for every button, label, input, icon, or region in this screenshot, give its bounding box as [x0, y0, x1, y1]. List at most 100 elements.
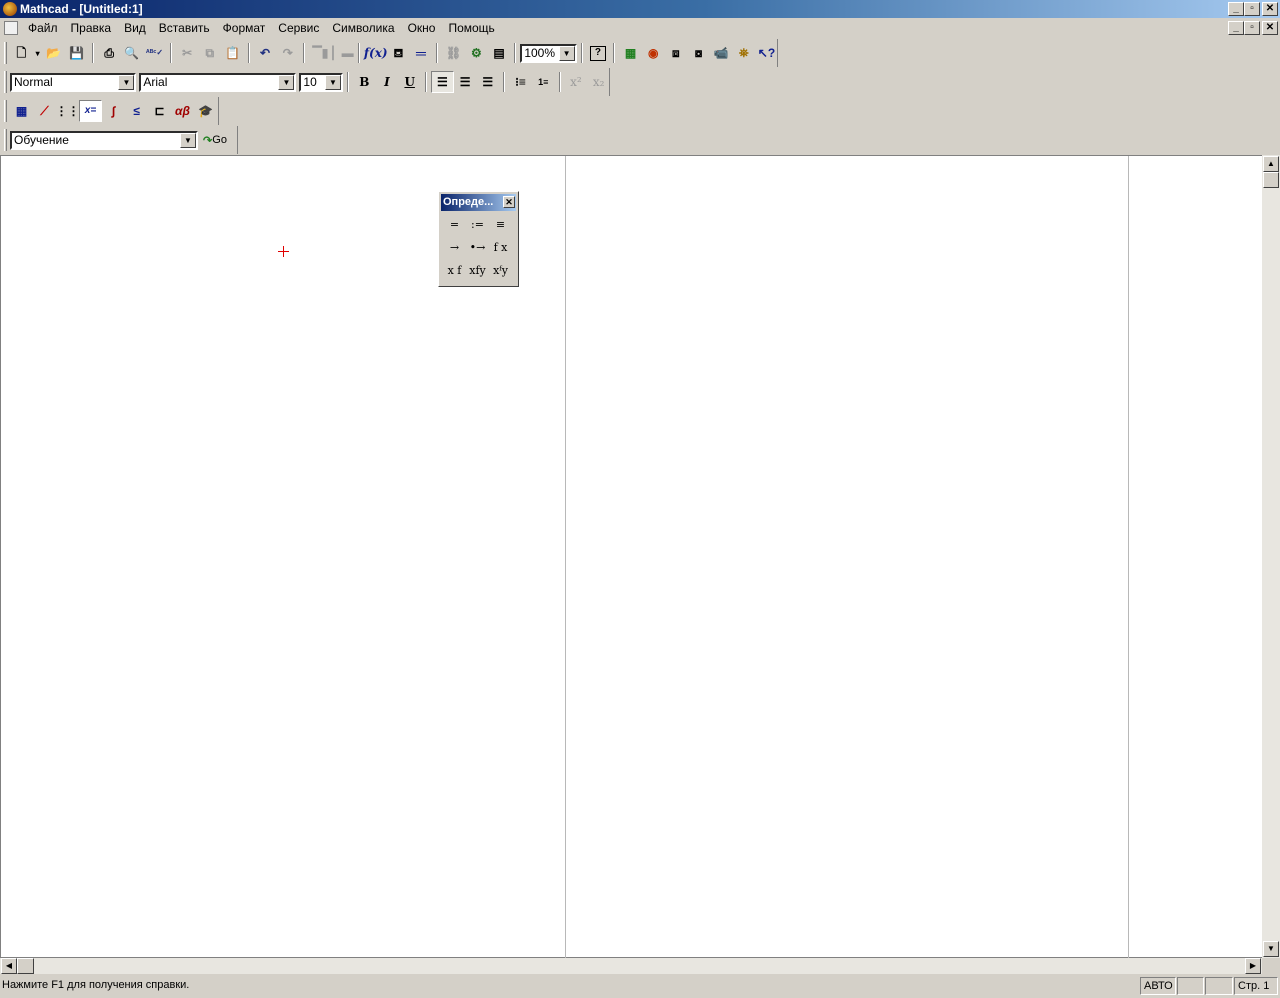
go-button[interactable]: ↷ Go: [198, 129, 232, 151]
menu-edit[interactable]: Правка: [65, 19, 119, 37]
matrix-palette-button[interactable]: ⋮⋮: [56, 100, 80, 122]
menu-window[interactable]: Окно: [402, 19, 443, 37]
menu-tools[interactable]: Сервис: [272, 19, 326, 37]
italic-button[interactable]: I: [376, 71, 399, 93]
menu-format[interactable]: Формат: [217, 19, 273, 37]
superscript-button[interactable]: x²: [565, 71, 588, 93]
palette-equals-button[interactable]: =: [443, 213, 466, 236]
palette-close-icon[interactable]: ✕: [503, 196, 515, 208]
palette-keyword-eval-button[interactable]: •→: [466, 236, 489, 259]
print-preview-button[interactable]: 🔍: [120, 42, 143, 64]
print-button[interactable]: ⎙: [98, 42, 121, 64]
calculator-palette-button[interactable]: ▦: [10, 100, 33, 122]
toolbar-grip[interactable]: [4, 71, 7, 93]
palette-treefix-button[interactable]: xᶠy: [489, 259, 512, 282]
scroll-left-button[interactable]: ◀: [1, 958, 17, 974]
spellcheck-button[interactable]: ᴬᴮᶜ✓: [143, 42, 166, 64]
palette-symbolic-eval-button[interactable]: →: [443, 236, 466, 259]
copy-button[interactable]: ⧉: [198, 42, 221, 64]
web-button[interactable]: ◉: [642, 42, 665, 64]
network-button[interactable]: ⧇: [687, 42, 710, 64]
style-select[interactable]: Normal ▼: [9, 72, 137, 92]
bullets-button[interactable]: ⁝≡: [509, 71, 532, 93]
palette-global-define-button[interactable]: ≡: [489, 213, 512, 236]
paste-button[interactable]: 📋: [221, 42, 244, 64]
chevron-down-icon[interactable]: ▼: [278, 74, 295, 90]
scroll-down-button[interactable]: ▼: [1263, 941, 1279, 957]
chevron-down-icon[interactable]: ▼: [324, 74, 341, 90]
align-center-button[interactable]: ☰: [454, 71, 477, 93]
align-right-button[interactable]: ☰: [476, 71, 499, 93]
title-bar[interactable]: Mathcad - [Untitled:1] _ ▫ ✕: [0, 0, 1280, 18]
insert-hyperlink-button[interactable]: ⛓: [442, 42, 465, 64]
chevron-down-icon[interactable]: ▼: [118, 74, 135, 90]
excel-button[interactable]: ▦: [619, 42, 642, 64]
numbering-button[interactable]: 1≡: [532, 71, 555, 93]
symbolic-palette-button[interactable]: 🎓: [194, 100, 217, 122]
insert-function-button[interactable]: f(x): [364, 42, 388, 64]
palette-infix-button[interactable]: xfy: [466, 259, 489, 282]
minimize-button[interactable]: _: [1228, 2, 1244, 16]
redo-button[interactable]: ↷: [276, 42, 299, 64]
palette-define-button[interactable]: :=: [466, 213, 489, 236]
underline-button[interactable]: U: [398, 71, 421, 93]
toolbar-grip[interactable]: [4, 100, 7, 122]
scroll-up-button[interactable]: ▲: [1263, 156, 1279, 172]
palette-prefix-button[interactable]: f x: [489, 236, 512, 259]
video-button[interactable]: 📹: [710, 42, 733, 64]
programming-palette-button[interactable]: ⊏: [148, 100, 171, 122]
chevron-down-icon[interactable]: ▼: [180, 132, 196, 148]
chevron-down-icon[interactable]: ▼: [558, 45, 575, 61]
font-size-select[interactable]: 10 ▼: [299, 72, 343, 92]
align-across-button[interactable]: ▔▮: [309, 42, 332, 64]
menu-insert[interactable]: Вставить: [153, 19, 217, 37]
scroll-right-button[interactable]: ▶: [1245, 958, 1261, 974]
calculus-palette-button[interactable]: ∫: [102, 100, 125, 122]
menu-file[interactable]: Файл: [22, 19, 65, 37]
menu-symbolics[interactable]: Символика: [326, 19, 401, 37]
menu-help[interactable]: Помощь: [442, 19, 501, 37]
vertical-scroll-thumb[interactable]: [1263, 172, 1279, 188]
help-button[interactable]: ?: [587, 42, 610, 64]
align-down-button[interactable]: ▏▬: [332, 42, 355, 64]
new-button[interactable]: 🗋: [10, 42, 33, 64]
close-button[interactable]: ✕: [1262, 2, 1278, 16]
greek-palette-button[interactable]: αβ: [171, 100, 194, 122]
cut-button[interactable]: ✂: [176, 42, 199, 64]
toolbar-grip[interactable]: [4, 42, 7, 64]
save-button[interactable]: 💾: [65, 42, 88, 64]
document-icon[interactable]: [4, 21, 18, 35]
palette-postfix-button[interactable]: x f: [443, 259, 466, 282]
vertical-scrollbar[interactable]: ▲ ▼: [1262, 155, 1280, 958]
zoom-select[interactable]: 100% ▼: [520, 43, 577, 63]
mathcad-logo-icon[interactable]: [3, 2, 17, 16]
align-left-button[interactable]: ☰: [431, 71, 454, 93]
horizontal-scrollbar[interactable]: ◀ ▶: [0, 958, 1262, 974]
evaluation-palette-button[interactable]: x=: [79, 100, 102, 122]
open-button[interactable]: 📂: [43, 42, 66, 64]
graph-palette-button[interactable]: ⟋: [33, 100, 56, 122]
font-select[interactable]: Arial ▼: [139, 72, 297, 92]
web-library-button[interactable]: ⛯: [733, 42, 756, 64]
doc-minimize-button[interactable]: _: [1228, 21, 1244, 35]
new-dropdown-button[interactable]: ▾: [33, 42, 43, 64]
menu-view[interactable]: Вид: [118, 19, 153, 37]
resource-center-button[interactable]: ▤: [488, 42, 511, 64]
worksheet[interactable]: [0, 155, 1262, 959]
insert-unit-button[interactable]: ⛾: [387, 42, 410, 64]
doc-close-button[interactable]: ✕: [1262, 21, 1278, 35]
toolbar-grip[interactable]: [4, 129, 7, 151]
bold-button[interactable]: B: [353, 71, 376, 93]
horizontal-scroll-thumb[interactable]: [17, 958, 34, 974]
context-help-button[interactable]: ↖?: [755, 42, 778, 64]
boolean-palette-button[interactable]: ≤: [125, 100, 148, 122]
calculate-button[interactable]: ═: [410, 42, 433, 64]
collaboratory-button[interactable]: ⧈: [665, 42, 688, 64]
subscript-button[interactable]: x₂: [587, 71, 610, 93]
definition-palette[interactable]: Опреде... ✕ = := ≡ → •→ f x x f xfy xᶠy: [438, 191, 519, 287]
doc-restore-button[interactable]: ▫: [1244, 21, 1260, 35]
restore-button[interactable]: ▫: [1244, 2, 1260, 16]
resources-select[interactable]: Обучение ▼: [10, 130, 198, 150]
insert-component-button[interactable]: ⚙: [465, 42, 488, 64]
undo-button[interactable]: ↶: [254, 42, 277, 64]
